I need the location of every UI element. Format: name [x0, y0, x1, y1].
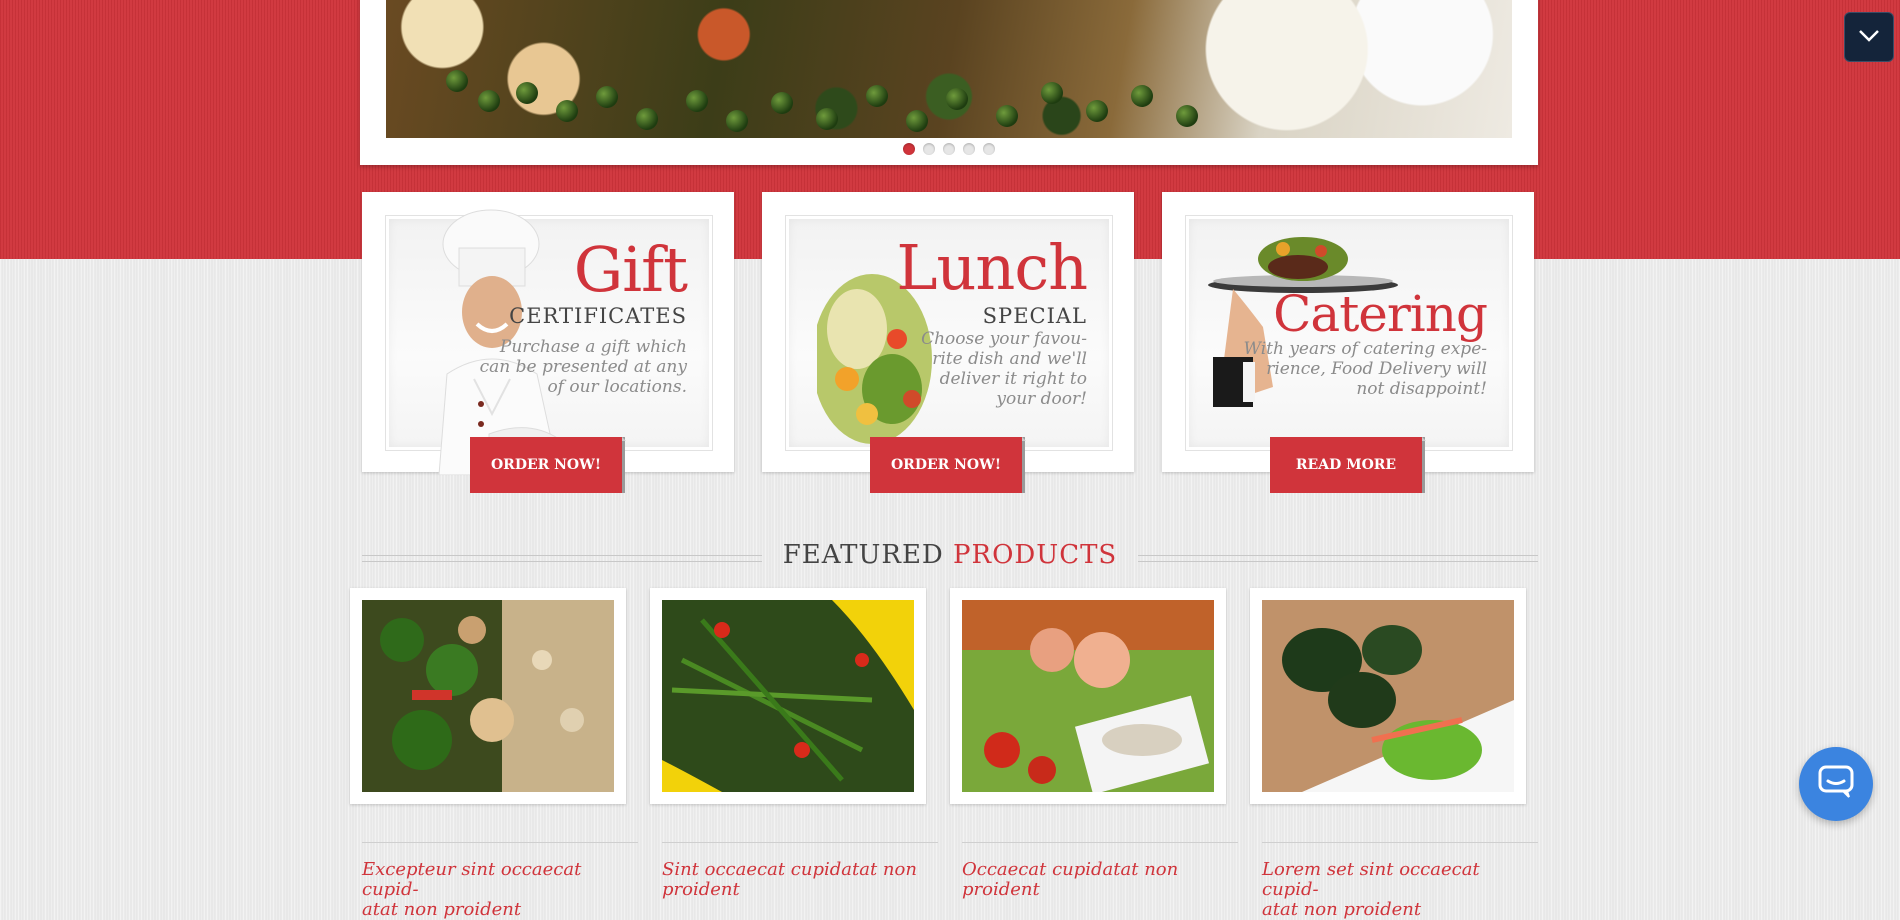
promo-subtitle: CERTIFICATES	[509, 304, 687, 328]
section-title: FEATURED PRODUCTS	[782, 540, 1118, 570]
product-name-link[interactable]: Excepteur sint occaecat cupid- atat non …	[362, 860, 638, 920]
promo-panel: Lunch SPECIAL Choose your favou- rite di…	[786, 216, 1112, 450]
product-divider	[962, 842, 1238, 843]
product-divider	[1262, 842, 1538, 843]
product-name-link[interactable]: Sint occaecat cupidatat non proident	[662, 860, 938, 900]
read-more-button[interactable]: READ MORE	[1270, 437, 1426, 493]
slider-dot[interactable]	[923, 143, 935, 155]
product-divider	[662, 842, 938, 843]
panel-toggle-button[interactable]	[1844, 12, 1894, 62]
order-now-button[interactable]: ORDER NOW!	[470, 437, 626, 493]
promo-lunch-special: Lunch SPECIAL Choose your favou- rite di…	[762, 192, 1134, 493]
promo-catering: Catering With years of catering expe- ri…	[1162, 192, 1534, 493]
featured-products-header: FEATURED PRODUCTS	[362, 540, 1538, 570]
chevron-down-icon	[1858, 28, 1880, 47]
promo-title: Lunch	[896, 231, 1088, 304]
product-name-link[interactable]: Occaecat cupidatat non proident	[962, 860, 1238, 900]
product-card[interactable]	[650, 588, 926, 804]
hero-slide-image[interactable]	[386, 0, 1512, 138]
product-card[interactable]	[350, 588, 626, 804]
order-now-button[interactable]: ORDER NOW!	[870, 437, 1026, 493]
promo-title: Catering	[1273, 285, 1488, 343]
promo-title: Gift	[573, 233, 688, 306]
hero-slider	[360, 0, 1538, 165]
product-image	[362, 600, 614, 792]
promo-description: With years of catering expe- rience, Foo…	[1243, 339, 1487, 399]
promo-description: Purchase a gift which can be presented a…	[479, 337, 687, 397]
product-card[interactable]	[950, 588, 1226, 804]
chat-bubble-icon	[1817, 764, 1855, 804]
promo-panel: Gift CERTIFICATES Purchase a gift which …	[386, 209, 712, 475]
product-image	[1262, 600, 1514, 792]
product-divider	[362, 842, 638, 843]
promo-subtitle: SPECIAL	[982, 304, 1087, 328]
slider-dot[interactable]	[903, 143, 915, 155]
slider-pagination	[360, 143, 1538, 155]
food-illustration	[386, 0, 1512, 138]
product-card[interactable]	[1250, 588, 1526, 804]
chat-widget-button[interactable]	[1799, 747, 1873, 821]
slider-dot[interactable]	[943, 143, 955, 155]
slider-dot[interactable]	[983, 143, 995, 155]
slider-dot[interactable]	[963, 143, 975, 155]
promo-gift-certificates: Gift CERTIFICATES Purchase a gift which …	[362, 192, 734, 493]
promo-description: Choose your favou- rite dish and we'll d…	[921, 329, 1087, 409]
product-name-link[interactable]: Lorem set sint occaecat cupid- atat non …	[1262, 860, 1538, 920]
promo-panel: Catering With years of catering expe- ri…	[1186, 216, 1512, 450]
product-image	[962, 600, 1214, 792]
product-image	[662, 600, 914, 792]
